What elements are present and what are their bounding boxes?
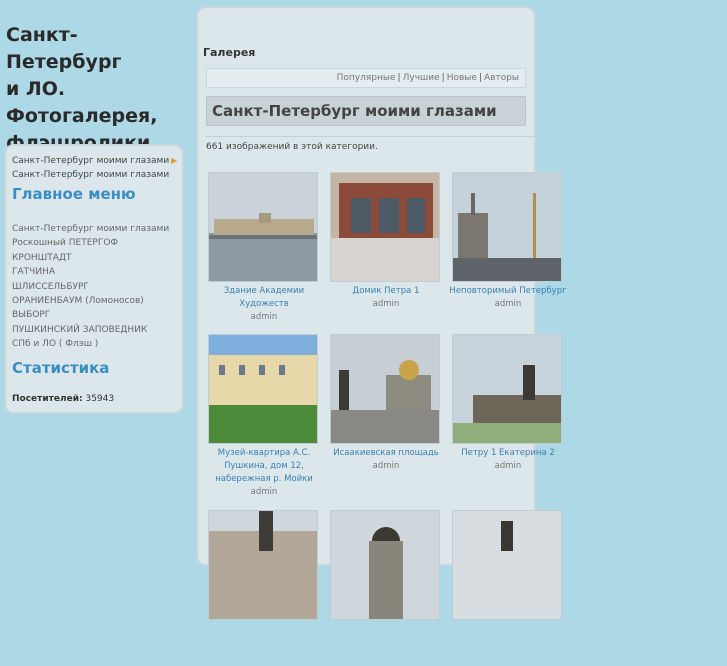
visitors-value: 35943 [85,393,115,404]
thumbnail-image[interactable] [208,334,318,444]
thumbnail-caption: Неповторимый Петербург admin [448,285,568,311]
main-menu-heading: Главное меню [12,185,136,203]
subnav-popular[interactable]: Популярные [337,73,396,83]
site-title: Санкт-Петербург и ЛО. Фотогалерея, флэшр… [6,22,186,157]
thumbnail-caption: Домик Петра 1 admin [326,285,446,311]
thumbnail-title[interactable]: Здание Академии Художеств [204,285,324,311]
thumbnail-caption: Здание Академии Художеств admin [204,285,324,324]
thumbnail-image[interactable] [208,510,318,620]
image-count: 661 изображений в этой категории. [206,142,378,152]
sidebar-sub-link[interactable]: Санкт-Петербург моими глазами [12,168,176,182]
thumbnail-image[interactable] [330,510,440,620]
gallery-item: Исаакиевская площадь admin [326,330,442,490]
thumbnail-author: admin [372,461,400,471]
gallery-item [448,506,564,666]
thumbnail-title[interactable]: Исаакиевская площадь [326,447,446,460]
thumbnail-image[interactable] [208,172,318,282]
thumbnail-image[interactable] [330,172,440,282]
site-title-line: Санкт-Петербург [6,24,122,73]
subnav-best[interactable]: Лучшие [403,73,440,83]
thumbnail-caption: Петру 1 Екатерина 2 admin [448,447,568,473]
gallery-item: Домик Петра 1 admin [326,168,442,328]
thumbnail-image[interactable] [452,510,562,620]
menu-item[interactable]: Санкт-Петербург моими глазами [12,222,176,236]
menu-item[interactable]: ОРАНИЕНБАУМ (Ломоносов) [12,294,176,308]
thumbnail-author: admin [494,461,522,471]
menu-item[interactable]: ШЛИССЕЛЬБУРГ [12,280,176,294]
visitors-counter: Посетителей: 35943 [12,394,176,404]
gallery-item: Здание Академии Художеств admin [204,168,320,328]
subnav-authors[interactable]: Авторы [484,73,519,83]
thumbnail-author: admin [250,487,278,497]
subnav-separator: | [478,73,482,83]
thumbnail-title[interactable]: Домик Петра 1 [326,285,446,298]
site-title-line: и ЛО. [6,78,66,100]
thumbnail-caption: Исаакиевская площадь admin [326,447,446,473]
visitors-label: Посетителей: [12,393,83,404]
gallery-item: Петру 1 Екатерина 2 admin [448,330,564,490]
menu-item[interactable]: ГАТЧИНА [12,265,176,279]
sidebar: Санкт-Петербург моими глазами ▶ Санкт-Пет… [4,144,184,414]
divider [206,136,566,137]
thumbnail-caption: Музей-квартира А.С. Пушкина, дом 12, наб… [204,447,324,499]
menu-item[interactable]: Роскошный ПЕТЕРГОФ [12,236,176,250]
thumbnail-author: admin [372,299,400,309]
arrow-right-icon: ▶ [171,156,178,165]
menu-item[interactable]: СПб и ЛО ( Флэш ) [12,337,176,351]
thumbnail-author: admin [250,312,278,322]
gallery-panel: Галерея Популярные | Лучшие | Новые | Авторы С… [196,6,567,620]
thumbnail-title[interactable]: Музей-квартира А.С. Пушкина, дом 12, наб… [204,447,324,486]
sidebar-top-link-label: Санкт-Петербург моими глазами [12,156,170,166]
thumbnail-author: admin [494,299,522,309]
menu-item[interactable]: КРОНШТАДТ [12,251,176,265]
gallery-item [204,506,320,666]
thumbnail-image[interactable] [330,334,440,444]
menu-item[interactable]: ВЫБОРГ [12,308,176,322]
thumbnail-image[interactable] [452,334,562,444]
gallery-header: Галерея [203,46,256,59]
gallery-item [326,506,442,666]
sidebar-top-link[interactable]: Санкт-Петербург моими глазами ▶ [12,154,178,168]
thumbnail-title[interactable]: Неповторимый Петербург [448,285,568,298]
main-menu-list: Санкт-Петербург моими глазами Роскошный … [12,222,176,352]
category-title: Санкт-Петербург моими глазами [206,96,526,126]
menu-item[interactable]: ПУШКИНСКИЙ ЗАПОВЕДНИК [12,323,176,337]
subnav-separator: | [441,73,445,83]
gallery-item: Неповторимый Петербург admin [448,168,567,328]
gallery-item: Музей-квартира А.С. Пушкина, дом 12, наб… [204,330,320,497]
stats-heading: Статистика [12,358,110,377]
gallery-subnav: Популярные | Лучшие | Новые | Авторы [206,68,526,88]
thumbnail-title[interactable]: Петру 1 Екатерина 2 [448,447,568,460]
site-title-line: Фотогалерея, [6,105,158,127]
subnav-separator: | [397,73,401,83]
subnav-new[interactable]: Новые [447,73,477,83]
thumbnail-image[interactable] [452,172,562,282]
